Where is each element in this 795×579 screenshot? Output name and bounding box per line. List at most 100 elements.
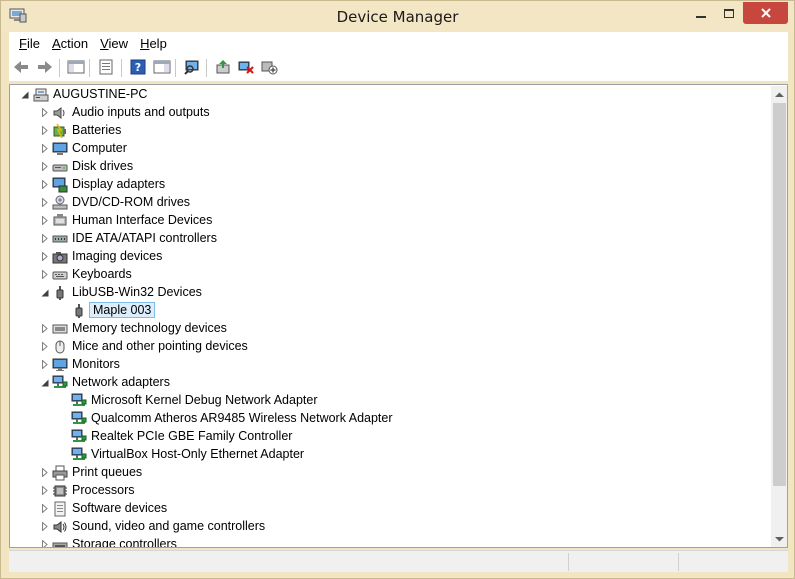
- close-icon: [760, 8, 771, 18]
- add-hardware-icon: [260, 59, 278, 78]
- tree-category[interactable]: Storage controllers: [10, 536, 770, 547]
- svg-text:?: ?: [135, 61, 141, 74]
- expand-arrow-icon[interactable]: [40, 126, 49, 135]
- tree-category[interactable]: Human Interface Devices: [10, 212, 770, 230]
- tree-device[interactable]: Qualcomm Atheros AR9485 Wireless Network…: [10, 410, 770, 428]
- expand-arrow-icon[interactable]: [40, 144, 49, 153]
- tree-category[interactable]: Keyboards: [10, 266, 770, 284]
- tree-item-label: Realtek PCIe GBE Family Controller: [91, 429, 293, 443]
- menu-action[interactable]: Action: [46, 34, 94, 53]
- scroll-thumb[interactable]: [773, 103, 786, 486]
- tree-category[interactable]: Imaging devices: [10, 248, 770, 266]
- expand-arrow-icon[interactable]: [40, 468, 49, 477]
- maximize-button[interactable]: [715, 2, 742, 24]
- expand-arrow-icon[interactable]: [40, 324, 49, 333]
- help-icon: ?: [129, 59, 147, 78]
- expand-arrow-icon[interactable]: [40, 216, 49, 225]
- minimize-button[interactable]: [687, 2, 714, 24]
- show-hide-console-tree-button[interactable]: [66, 58, 86, 78]
- speaker-icon: [52, 105, 68, 121]
- add-legacy-hardware-button[interactable]: [259, 58, 279, 78]
- menu-file[interactable]: File: [13, 34, 46, 53]
- device-tree-pane[interactable]: AUGUSTINE-PC Audio inputs and outputs Batt…: [9, 84, 788, 548]
- printer-icon: [52, 465, 68, 481]
- tree-category[interactable]: Audio inputs and outputs: [10, 104, 770, 122]
- tree-item-label: Processors: [72, 483, 135, 497]
- tree-item-label: Print queues: [72, 465, 143, 479]
- tree-category[interactable]: Sound, video and game controllers: [10, 518, 770, 536]
- menu-label-rest: ile: [26, 35, 40, 51]
- toolbar-separator: [121, 59, 122, 77]
- tree-device[interactable]: Realtek PCIe GBE Family Controller: [10, 428, 770, 446]
- properties-button[interactable]: [96, 58, 116, 78]
- tree-category[interactable]: Mice and other pointing devices: [10, 338, 770, 356]
- action-pane-icon: [153, 59, 171, 78]
- tree-category[interactable]: Print queues: [10, 464, 770, 482]
- tree-category[interactable]: Processors: [10, 482, 770, 500]
- title-bar[interactable]: Device Manager: [1, 1, 794, 32]
- arrow-right-icon: [36, 59, 54, 78]
- tree-category[interactable]: Memory technology devices: [10, 320, 770, 338]
- tree-category[interactable]: Network adapters: [10, 374, 770, 392]
- tree-item-label: Batteries: [72, 123, 122, 137]
- tree-category[interactable]: Computer: [10, 140, 770, 158]
- expand-arrow-icon[interactable]: [40, 108, 49, 117]
- expand-arrow-icon[interactable]: [40, 198, 49, 207]
- expand-arrow-icon[interactable]: [40, 342, 49, 351]
- expand-arrow-icon[interactable]: [40, 252, 49, 261]
- close-button[interactable]: [743, 2, 788, 24]
- tree-category[interactable]: Disk drives: [10, 158, 770, 176]
- collapse-arrow-icon[interactable]: [40, 378, 49, 387]
- camera-icon: [52, 249, 68, 265]
- tree-item-label: LibUSB-Win32 Devices: [72, 285, 202, 299]
- tree-item-label: IDE ATA/ATAPI controllers: [72, 231, 217, 245]
- back-button[interactable]: [11, 58, 31, 78]
- uninstall-device-button[interactable]: [236, 58, 256, 78]
- tree-item-label: Keyboards: [72, 267, 132, 281]
- expand-arrow-icon[interactable]: [40, 504, 49, 513]
- tree-category[interactable]: LibUSB-Win32 Devices: [10, 284, 770, 302]
- expand-arrow-icon[interactable]: [40, 486, 49, 495]
- tree-category[interactable]: IDE ATA/ATAPI controllers: [10, 230, 770, 248]
- tree-category[interactable]: Display adapters: [10, 176, 770, 194]
- expand-arrow-icon[interactable]: [40, 180, 49, 189]
- menu-view[interactable]: View: [94, 34, 134, 53]
- display-adapter-icon: [52, 177, 68, 193]
- tree-device[interactable]: VirtualBox Host-Only Ethernet Adapter: [10, 446, 770, 464]
- network-adapter-icon: [52, 375, 68, 391]
- hid-icon: [52, 213, 68, 229]
- collapse-arrow-icon[interactable]: [20, 90, 29, 99]
- scroll-down-button[interactable]: [771, 530, 787, 547]
- expand-arrow-icon[interactable]: [40, 522, 49, 531]
- tree-category[interactable]: Software devices: [10, 500, 770, 518]
- scan-hardware-changes-button[interactable]: [182, 58, 202, 78]
- expand-arrow-icon[interactable]: [40, 234, 49, 243]
- help-button[interactable]: ?: [128, 58, 148, 78]
- expand-arrow-icon[interactable]: [40, 360, 49, 369]
- expand-arrow-icon[interactable]: [40, 540, 49, 547]
- update-driver-button[interactable]: [213, 58, 233, 78]
- toolbar-separator: [59, 59, 60, 77]
- console-tree-icon: [67, 59, 85, 78]
- collapse-arrow-icon[interactable]: [40, 288, 49, 297]
- usb-plug-icon: [52, 285, 68, 301]
- monitor-icon: [52, 357, 68, 373]
- toolbar-separator: [206, 59, 207, 77]
- tree-category[interactable]: Batteries: [10, 122, 770, 140]
- tree-category[interactable]: DVD/CD-ROM drives: [10, 194, 770, 212]
- scan-monitor-icon: [183, 59, 201, 78]
- scroll-up-button[interactable]: [771, 86, 787, 103]
- forward-button[interactable]: [35, 58, 55, 78]
- expand-arrow-icon[interactable]: [40, 270, 49, 279]
- tree-item-label: Disk drives: [72, 159, 134, 173]
- expand-arrow-icon[interactable]: [40, 162, 49, 171]
- show-hide-action-pane-button[interactable]: [152, 58, 172, 78]
- tree-category[interactable]: Monitors: [10, 356, 770, 374]
- vertical-scrollbar[interactable]: [771, 86, 787, 547]
- tree-device[interactable]: Microsoft Kernel Debug Network Adapter: [10, 392, 770, 410]
- device-manager-window: Device Manager File Action View Help ? AUGU…: [0, 0, 795, 579]
- tree-device[interactable]: Maple 003: [10, 302, 770, 320]
- tree-root-computer[interactable]: AUGUSTINE-PC: [10, 86, 770, 104]
- tree-item-label: Software devices: [72, 501, 168, 515]
- menu-help[interactable]: Help: [134, 34, 173, 53]
